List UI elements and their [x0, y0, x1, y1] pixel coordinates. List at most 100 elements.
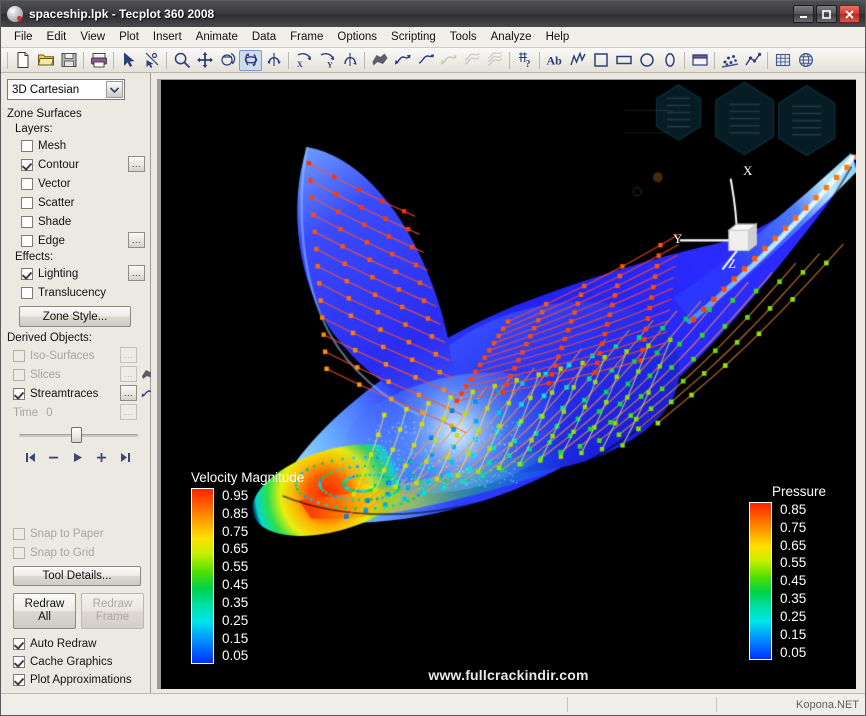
close-button[interactable]: [839, 5, 860, 23]
redraw-all-line1: Redraw: [25, 598, 65, 611]
contour-checkbox[interactable]: [21, 159, 33, 171]
streamtrace-add-button[interactable]: [391, 50, 414, 71]
menu-item-analyze[interactable]: Analyze: [484, 29, 539, 45]
streamtrace-surface-icon: [463, 51, 481, 69]
insert-rectangle-button[interactable]: [612, 50, 635, 71]
checkbox-row-lighting[interactable]: Lighting ...: [21, 264, 144, 283]
checkbox-row-streamtraces[interactable]: Streamtraces ...: [13, 384, 144, 403]
translucency-checkbox[interactable]: [21, 287, 33, 299]
translate-tool-button[interactable]: [193, 50, 216, 71]
rotate-y-button[interactable]: Y: [315, 50, 338, 71]
menu-item-edit[interactable]: Edit: [40, 29, 74, 45]
insert-polyline-button[interactable]: [566, 50, 589, 71]
grid-button[interactable]: [771, 50, 794, 71]
streamtraces-checkbox[interactable]: [13, 388, 25, 400]
time-slider-thumb[interactable]: [71, 427, 82, 443]
zoom-tool-button[interactable]: [170, 50, 193, 71]
tool-details-button[interactable]: Tool Details...: [13, 566, 141, 586]
slices-checkbox: [13, 369, 25, 381]
menu-item-options[interactable]: Options: [330, 29, 384, 45]
adjust-tool-button[interactable]: [140, 50, 163, 71]
checkbox-row-vector[interactable]: Vector: [21, 174, 144, 193]
lighting-details-button[interactable]: ...: [128, 265, 145, 281]
checkbox-row-mesh[interactable]: Mesh: [21, 136, 144, 155]
streamtraces-details-button[interactable]: ...: [120, 385, 137, 401]
insert-circle-button[interactable]: [635, 50, 658, 71]
checkbox-row-contour[interactable]: Contour ...: [21, 155, 144, 174]
menu-item-animate[interactable]: Animate: [189, 29, 245, 45]
menu-item-scripting[interactable]: Scripting: [384, 29, 443, 45]
auto-redraw-checkbox[interactable]: [13, 638, 25, 650]
chevron-down-icon[interactable]: [106, 81, 123, 98]
print-button[interactable]: [87, 50, 110, 71]
play-icon[interactable]: [69, 449, 87, 465]
menu-item-plot[interactable]: Plot: [112, 29, 146, 45]
line-plot-button[interactable]: [741, 50, 764, 71]
minus-icon[interactable]: [45, 449, 63, 465]
skip-end-icon[interactable]: [116, 449, 134, 465]
mesh-checkbox[interactable]: [21, 140, 33, 152]
velocity-magnitude-legend[interactable]: Velocity Magnitude 0.95 0.85 0.75 0.65 0…: [191, 470, 304, 664]
streamtrace-line-button[interactable]: [414, 50, 437, 71]
maximize-button[interactable]: [816, 5, 837, 23]
redraw-all-button[interactable]: Redraw All: [13, 593, 76, 629]
plus-icon[interactable]: [92, 449, 110, 465]
vector-checkbox[interactable]: [21, 178, 33, 190]
insert-square-button[interactable]: [589, 50, 612, 71]
new-file-button[interactable]: [11, 50, 34, 71]
minimize-button[interactable]: [793, 5, 814, 23]
rotate-z-button[interactable]: [338, 50, 361, 71]
checkbox-row-cache-graphics[interactable]: Cache Graphics: [13, 653, 144, 671]
menu-item-data[interactable]: Data: [245, 29, 283, 45]
lighting-checkbox[interactable]: [21, 268, 33, 280]
save-file-button[interactable]: [57, 50, 80, 71]
probe-button[interactable]: ?: [513, 50, 536, 71]
checkbox-row-shade[interactable]: Shade: [21, 212, 144, 231]
snap-to-paper-label: Snap to Paper: [30, 528, 104, 540]
contour-details-button[interactable]: ...: [128, 156, 145, 172]
translucency-label: Translucency: [38, 287, 106, 299]
select-tool-button[interactable]: [117, 50, 140, 71]
status-segment-right: Kopona.NET: [717, 694, 865, 715]
zone-style-button[interactable]: Zone Style...: [19, 306, 131, 327]
shade-checkbox[interactable]: [21, 216, 33, 228]
open-file-button[interactable]: [34, 50, 57, 71]
menu-item-insert[interactable]: Insert: [146, 29, 189, 45]
time-slider[interactable]: [19, 427, 138, 443]
cache-graphics-checkbox[interactable]: [13, 656, 25, 668]
checkbox-row-scatter[interactable]: Scatter: [21, 193, 144, 212]
menu-item-tools[interactable]: Tools: [443, 29, 484, 45]
skip-start-icon[interactable]: [21, 449, 39, 465]
edge-checkbox[interactable]: [21, 235, 33, 247]
rotate-x-button[interactable]: X: [292, 50, 315, 71]
checkbox-row-plot-approximations[interactable]: Plot Approximations: [13, 671, 144, 689]
menu-item-file[interactable]: File: [7, 29, 40, 45]
pressure-legend[interactable]: Pressure 0.85 0.75 0.65 0.55 0.45 0.35 0…: [749, 484, 849, 660]
checkbox-row-auto-redraw[interactable]: Auto Redraw: [13, 635, 144, 653]
insert-image-button[interactable]: [688, 50, 711, 71]
streamtraces-label: Streamtraces: [30, 388, 98, 400]
menu-item-view[interactable]: View: [73, 29, 112, 45]
rotate-twist-button[interactable]: [262, 50, 285, 71]
scatter-label: Scatter: [38, 197, 74, 209]
menu-item-help[interactable]: Help: [539, 29, 577, 45]
plot-approximations-checkbox[interactable]: [13, 674, 25, 686]
streamtrace-volume-icon: [486, 51, 504, 69]
pressure-colorbar: [749, 502, 772, 660]
insert-text-button[interactable]: Ab: [543, 50, 566, 71]
scatter-checkbox[interactable]: [21, 197, 33, 209]
scatter-plot-button[interactable]: [718, 50, 741, 71]
rotate-spherical-button[interactable]: [216, 50, 239, 71]
checkbox-row-translucency[interactable]: Translucency: [21, 283, 144, 302]
iso-surfaces-checkbox: [13, 350, 25, 362]
edge-details-button[interactable]: ...: [128, 232, 145, 248]
plot-frame[interactable]: X Y Z Velocity Magnitude 0.95 0.85 0.75 …: [157, 79, 856, 689]
slice-tool-button[interactable]: [368, 50, 391, 71]
globe-button[interactable]: [794, 50, 817, 71]
pressure-tick: 0.45: [780, 574, 806, 588]
plot-type-dropdown[interactable]: 3D Cartesian: [7, 79, 125, 100]
checkbox-row-edge[interactable]: Edge ...: [21, 231, 144, 250]
insert-ellipse-button[interactable]: [658, 50, 681, 71]
rotate-rollerball-button[interactable]: [239, 50, 262, 71]
menu-item-frame[interactable]: Frame: [283, 29, 330, 45]
